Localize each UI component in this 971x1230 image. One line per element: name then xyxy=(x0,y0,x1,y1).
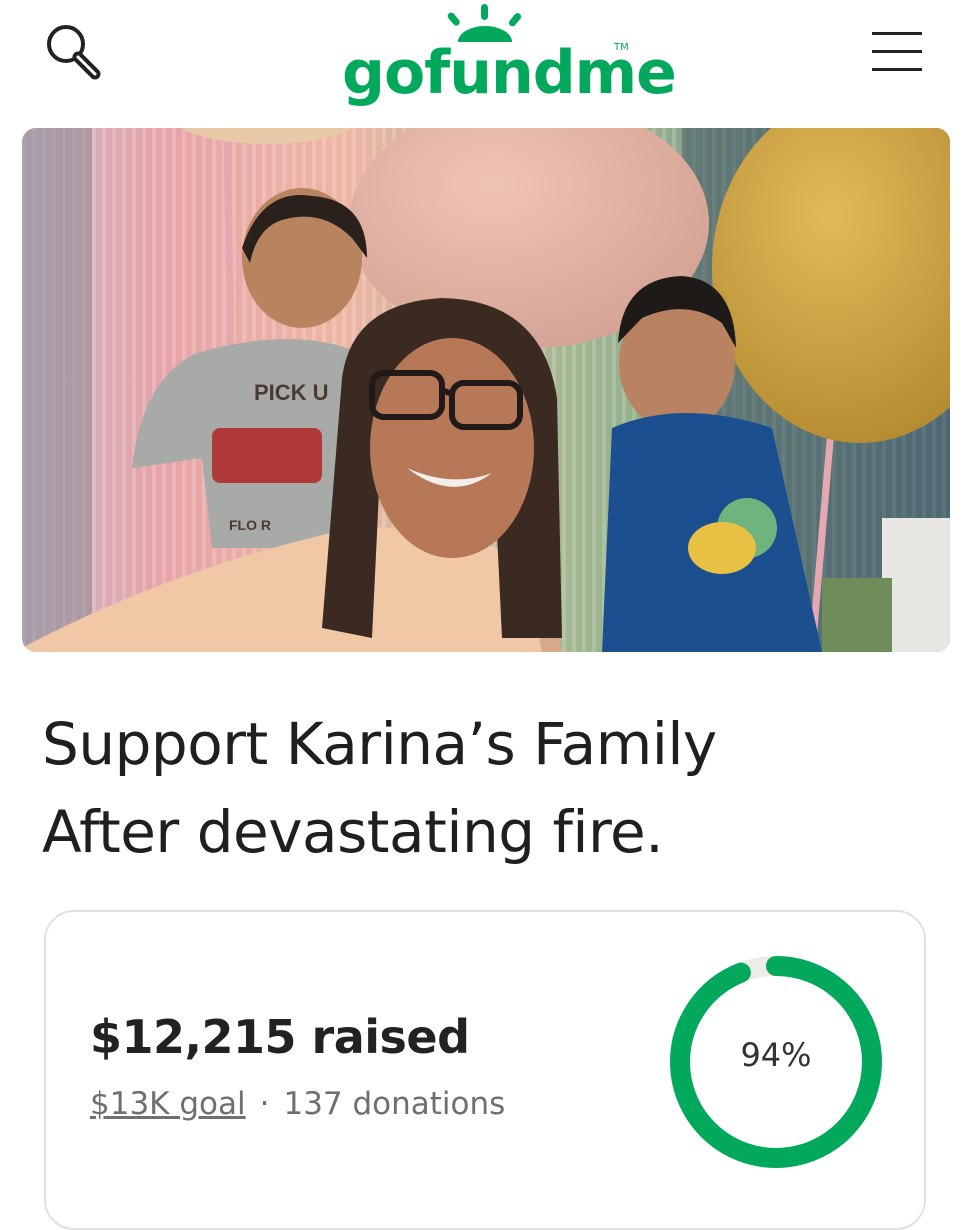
goal-link[interactable]: $13K goal xyxy=(90,1086,246,1122)
shirt-text-2: FLO R xyxy=(229,517,271,533)
progress-percent: 94% xyxy=(740,1036,812,1074)
stats-separator: · xyxy=(259,1086,270,1122)
top-header: gofundme TM xyxy=(0,0,971,120)
search-button[interactable] xyxy=(40,22,110,84)
shirt-text: PICK U xyxy=(254,380,329,405)
title-line-2: After devastating fire. xyxy=(42,798,664,866)
search-icon xyxy=(47,25,101,80)
donation-progress-card: $12,215 raised $13K goal · 137 donations 9… xyxy=(44,910,926,1230)
progress-ring: 94% xyxy=(666,952,886,1172)
gofundme-logo[interactable]: gofundme TM xyxy=(330,0,677,110)
campaign-stats: $13K goal · 137 donations xyxy=(90,1086,505,1122)
trademark-mark: TM xyxy=(614,42,629,53)
campaign-hero-image[interactable]: PICK U FLO R xyxy=(22,128,950,652)
raised-amount: $12,215 xyxy=(90,1010,297,1064)
hamburger-menu-icon xyxy=(872,32,922,71)
campaign-title: Support Karina’s Family After devastatin… xyxy=(42,700,922,876)
title-line-1: Support Karina’s Family xyxy=(42,710,717,778)
raised-label: raised xyxy=(311,1010,471,1064)
menu-button[interactable] xyxy=(862,24,932,80)
donation-count: 137 donations xyxy=(283,1086,506,1122)
amount-raised: $12,215 raised xyxy=(90,1010,470,1064)
